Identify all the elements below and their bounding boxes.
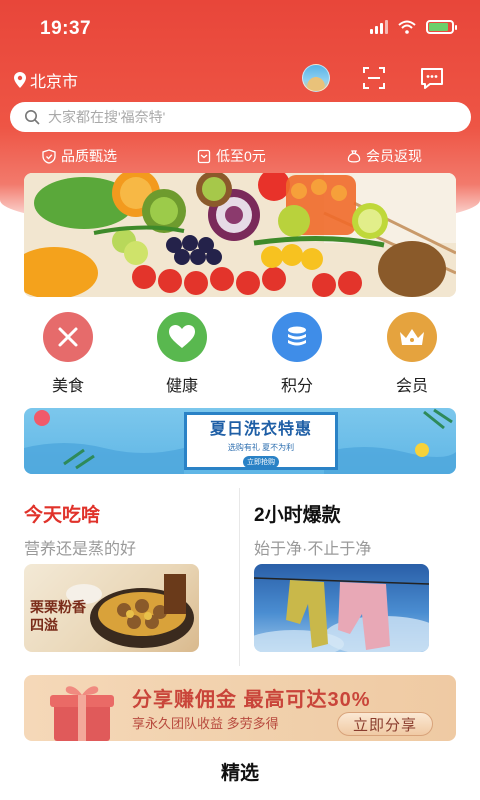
promo-tag: 立即抢购 bbox=[243, 455, 279, 468]
tag-icon bbox=[197, 149, 211, 163]
feature-badges: 品质甄选 低至0元 会员返现 bbox=[0, 146, 480, 168]
category-food[interactable]: 美食 bbox=[23, 312, 113, 396]
money-bag-icon bbox=[347, 149, 361, 163]
avatar[interactable] bbox=[302, 64, 330, 92]
scan-icon bbox=[363, 67, 385, 89]
battery-icon bbox=[426, 20, 457, 34]
search-icon bbox=[25, 110, 40, 125]
location-label: 北京市 bbox=[30, 74, 79, 91]
share-title: 分享赚佣金 最高可达30% bbox=[132, 689, 371, 711]
message-icon bbox=[421, 68, 443, 89]
search-placeholder: 大家都在搜'福奈特' bbox=[48, 109, 166, 125]
category-label: 会员 bbox=[395, 378, 428, 395]
search-input[interactable]: 大家都在搜'福奈特' bbox=[10, 102, 471, 132]
category-health[interactable]: 健康 bbox=[137, 312, 227, 396]
section-title-hot[interactable]: 2小时爆款 bbox=[254, 500, 341, 527]
category-label: 积分 bbox=[280, 378, 313, 395]
category-member[interactable]: 会员 bbox=[367, 312, 457, 396]
column-divider bbox=[239, 488, 240, 666]
crown-icon bbox=[387, 312, 437, 362]
location-pin-icon bbox=[14, 72, 26, 88]
section-subtitle-hot: 始于净·不止于净 bbox=[254, 541, 372, 558]
gift-box-icon bbox=[50, 686, 114, 741]
coins-icon bbox=[272, 312, 322, 362]
promo-title: 夏日洗衣特惠 bbox=[209, 420, 312, 438]
promo-card: 夏日洗衣特惠 选购有礼 夏不为利 立即抢购 bbox=[184, 412, 338, 470]
location-selector[interactable]: 北京市 bbox=[14, 68, 78, 92]
scan-button[interactable] bbox=[360, 64, 388, 92]
fruit-banner-image bbox=[24, 173, 456, 297]
laundry-image[interactable] bbox=[254, 564, 429, 652]
promo-subtitle: 选购有礼 夏不为利 bbox=[227, 442, 295, 452]
heart-icon bbox=[157, 312, 207, 362]
laundry-promo-banner[interactable]: 夏日洗衣特惠 选购有礼 夏不为利 立即抢购 bbox=[24, 408, 456, 474]
badge-price: 低至0元 bbox=[197, 146, 266, 166]
hero-banner[interactable] bbox=[24, 173, 456, 297]
badge-label: 低至0元 bbox=[216, 148, 266, 164]
wifi-icon bbox=[398, 20, 416, 34]
status-time: 19:37 bbox=[40, 18, 92, 39]
badge-label: 品质甄选 bbox=[61, 148, 117, 164]
laundry-illustration bbox=[254, 577, 429, 652]
share-subtitle: 享永久团队收益 多劳多得 bbox=[132, 716, 279, 731]
category-label: 美食 bbox=[51, 378, 84, 395]
chestnut-image-text: 栗栗粉香四溢 bbox=[30, 599, 86, 633]
section-title-food[interactable]: 今天吃啥 bbox=[24, 500, 100, 527]
badge-cashback: 会员返现 bbox=[347, 146, 422, 166]
category-points[interactable]: 积分 bbox=[252, 312, 342, 396]
share-now-button[interactable]: 立即分享 bbox=[337, 712, 433, 736]
category-label: 健康 bbox=[165, 378, 198, 395]
badge-quality: 品质甄选 bbox=[42, 146, 117, 166]
signal-icon bbox=[370, 20, 388, 34]
status-bar: 19:37 bbox=[0, 0, 480, 56]
top-bar: 北京市 bbox=[0, 60, 480, 96]
section-subtitle-food: 营养还是蒸的好 bbox=[24, 541, 137, 558]
fork-knife-icon bbox=[43, 312, 93, 362]
message-button[interactable] bbox=[418, 64, 446, 92]
chestnut-dish-image[interactable]: 栗栗粉香四溢 bbox=[24, 564, 199, 652]
share-commission-banner[interactable]: 分享赚佣金 最高可达30% 享永久团队收益 多劳多得 立即分享 bbox=[24, 675, 456, 741]
badge-label: 会员返现 bbox=[366, 148, 422, 164]
tab-featured[interactable]: 精选 bbox=[0, 758, 480, 785]
shield-icon bbox=[42, 148, 56, 164]
status-icons bbox=[370, 20, 457, 34]
